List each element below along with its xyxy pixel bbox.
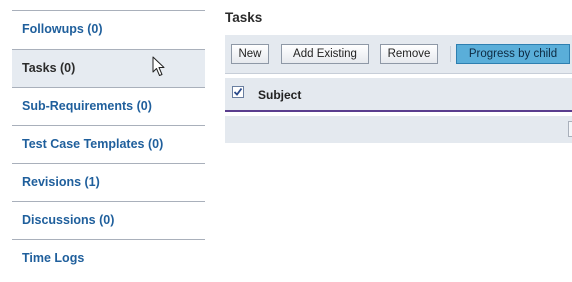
sidebar-item-label: Tasks (0) [22,61,76,75]
tasks-toolbar: New Add Existing Remove Progress by chil… [225,35,572,74]
grid-footer [225,116,572,143]
column-header-subject[interactable]: Subject [258,88,301,102]
sidebar-item-revisions[interactable]: Revisions (1) [12,163,205,201]
sidebar-item-label: Test Case Templates (0) [22,137,164,151]
pager-control[interactable] [568,121,572,137]
sidebar-item-followups[interactable]: Followups (0) [12,11,205,49]
sidebar-item-label: Followups (0) [22,22,103,36]
sidebar-item-label: Discussions (0) [22,213,115,227]
add-existing-button[interactable]: Add Existing [281,44,369,64]
sidebar-item-label: Revisions (1) [22,175,100,189]
sidebar-item-discussions[interactable]: Discussions (0) [12,201,205,239]
grid-header-row: Subject [225,78,572,112]
checkbox-checked-icon [233,87,243,96]
sidebar-item-tasks[interactable]: Tasks (0) [12,49,205,87]
sidebar-item-label: Sub-Requirements (0) [22,99,152,113]
progress-by-child-button[interactable]: Progress by child [456,44,570,64]
sidebar-item-test-case-templates[interactable]: Test Case Templates (0) [12,125,205,163]
sidebar-item-sub-requirements[interactable]: Sub-Requirements (0) [12,87,205,125]
remove-button[interactable]: Remove [380,44,438,64]
page-title: Tasks [225,10,263,25]
sidebar-item-time-logs[interactable]: Time Logs [12,239,205,277]
new-button[interactable]: New [231,44,269,64]
mouse-pointer-icon [152,56,165,76]
select-all-checkbox[interactable] [232,86,244,98]
tasks-panel: Tasks New Add Existing Remove Progress b… [225,0,572,282]
related-items-sidebar: Followups (0) Tasks (0) Sub-Requirements… [12,0,205,282]
toolbar-divider [450,46,451,62]
sidebar-item-label: Time Logs [22,251,85,265]
